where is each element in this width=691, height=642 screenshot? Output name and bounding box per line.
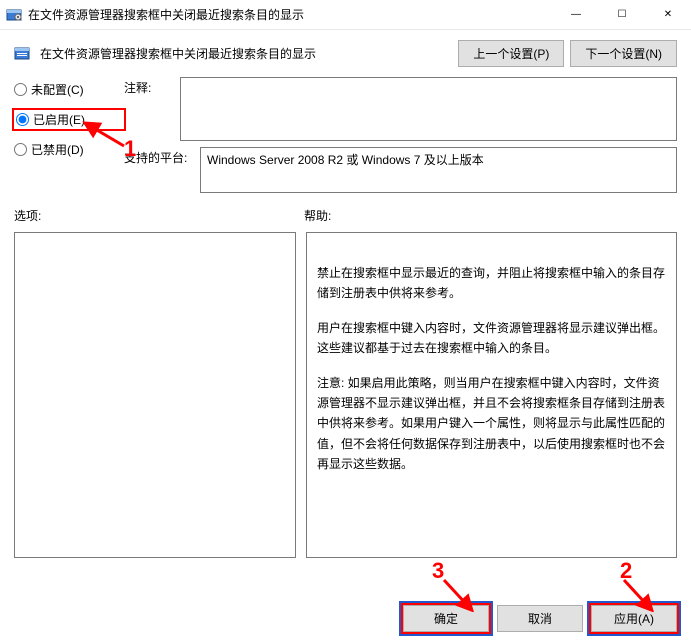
state-radio-group: 未配置(C) 已启用(E) 已禁用(D): [14, 77, 124, 158]
radio-not-configured-input[interactable]: [14, 83, 27, 96]
radio-disabled[interactable]: 已禁用(D): [14, 141, 124, 158]
supported-on-textarea: [200, 147, 677, 193]
help-paragraph: 禁止在搜索框中显示最近的查询，并阻止将搜索框中输入的条目存储到注册表中供将来参考…: [317, 263, 666, 304]
radio-not-configured-label: 未配置(C): [31, 81, 84, 98]
titlebar: 在文件资源管理器搜索框中关闭最近搜索条目的显示 — ☐ ✕: [0, 0, 691, 30]
close-button[interactable]: ✕: [645, 0, 691, 30]
ok-button[interactable]: 确定: [403, 605, 489, 632]
dialog-footer: 确定 取消 应用(A): [403, 605, 677, 632]
radio-enabled-label: 已启用(E): [33, 111, 85, 128]
minimize-button[interactable]: —: [553, 0, 599, 30]
window-title: 在文件资源管理器搜索框中关闭最近搜索条目的显示: [28, 6, 304, 23]
panes-row: 禁止在搜索框中显示最近的查询，并阻止将搜索框中输入的条目存储到注册表中供将来参考…: [0, 228, 691, 558]
radio-enabled[interactable]: 已启用(E): [14, 110, 124, 129]
help-paragraph: 注意: 如果启用此策略，则当用户在搜索框中键入内容时，文件资源管理器不显示建议弹…: [317, 373, 666, 475]
help-pane: 禁止在搜索框中显示最近的查询，并阻止将搜索框中输入的条目存储到注册表中供将来参考…: [306, 232, 677, 558]
pane-labels: 选项: 帮助:: [0, 195, 691, 228]
radio-enabled-input[interactable]: [16, 113, 29, 126]
options-label: 选项:: [14, 207, 304, 224]
cancel-button[interactable]: 取消: [497, 605, 583, 632]
help-label: 帮助:: [304, 207, 331, 224]
radio-not-configured[interactable]: 未配置(C): [14, 81, 124, 98]
policy-header: 在文件资源管理器搜索框中关闭最近搜索条目的显示 上一个设置(P) 下一个设置(N…: [0, 30, 691, 75]
help-paragraph: 用户在搜索框中键入内容时，文件资源管理器将显示建议弹出框。 这些建议都基于过去在…: [317, 318, 666, 359]
annotation-number-3: 3: [432, 558, 444, 584]
comment-label: 注释:: [124, 77, 174, 96]
apply-button[interactable]: 应用(A): [591, 605, 677, 632]
annotation-number-2: 2: [620, 558, 632, 584]
radio-disabled-label: 已禁用(D): [31, 141, 84, 158]
config-row: 未配置(C) 已启用(E) 已禁用(D) 注释: 支持的平台:: [0, 75, 691, 195]
options-pane: [14, 232, 296, 558]
supported-label: 支持的平台:: [124, 147, 194, 166]
policy-icon: [14, 45, 32, 63]
policy-window-icon: [6, 7, 22, 23]
next-setting-button[interactable]: 下一个设置(N): [570, 40, 677, 67]
comment-textarea[interactable]: [180, 77, 677, 141]
radio-disabled-input[interactable]: [14, 143, 27, 156]
policy-title: 在文件资源管理器搜索框中关闭最近搜索条目的显示: [40, 45, 316, 62]
previous-setting-button[interactable]: 上一个设置(P): [458, 40, 564, 67]
maximize-button[interactable]: ☐: [599, 0, 645, 30]
